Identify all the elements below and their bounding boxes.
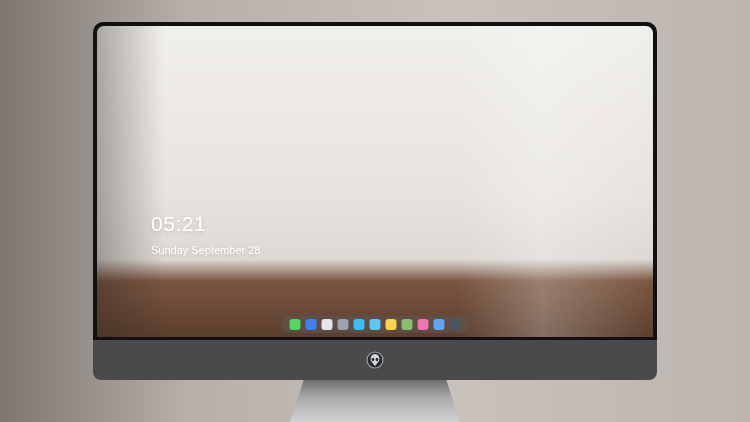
dock-app-icon[interactable]	[386, 319, 397, 330]
lock-time: 05:21	[151, 212, 260, 236]
monitor-stand	[290, 380, 460, 422]
monitor: 05:21 Sunday September 28	[93, 22, 657, 422]
dock-app-icon[interactable]	[402, 319, 413, 330]
dock-app-icon[interactable]	[338, 319, 349, 330]
dock-app-icon[interactable]	[306, 319, 317, 330]
lock-screen: 05:21 Sunday September 28	[97, 26, 653, 337]
dock-app-icon[interactable]	[354, 319, 365, 330]
dock	[282, 316, 469, 333]
dock-app-icon[interactable]	[322, 319, 333, 330]
dock-app-icon[interactable]	[370, 319, 381, 330]
monitor-chin	[93, 340, 657, 380]
clock-widget: 05:21 Sunday September 28	[151, 212, 260, 257]
dock-app-icon[interactable]	[418, 319, 429, 330]
dock-app-icon[interactable]	[290, 319, 301, 330]
wallpaper-photo	[97, 26, 653, 337]
dock-app-icon[interactable]	[434, 319, 445, 330]
desktop-mockup: 05:21 Sunday September 28	[0, 0, 750, 422]
monitor-bezel: 05:21 Sunday September 28	[93, 22, 657, 340]
lock-date: Sunday September 28	[151, 243, 260, 257]
brand-logo-icon	[365, 350, 385, 370]
dock-app-icon[interactable]	[450, 319, 461, 330]
